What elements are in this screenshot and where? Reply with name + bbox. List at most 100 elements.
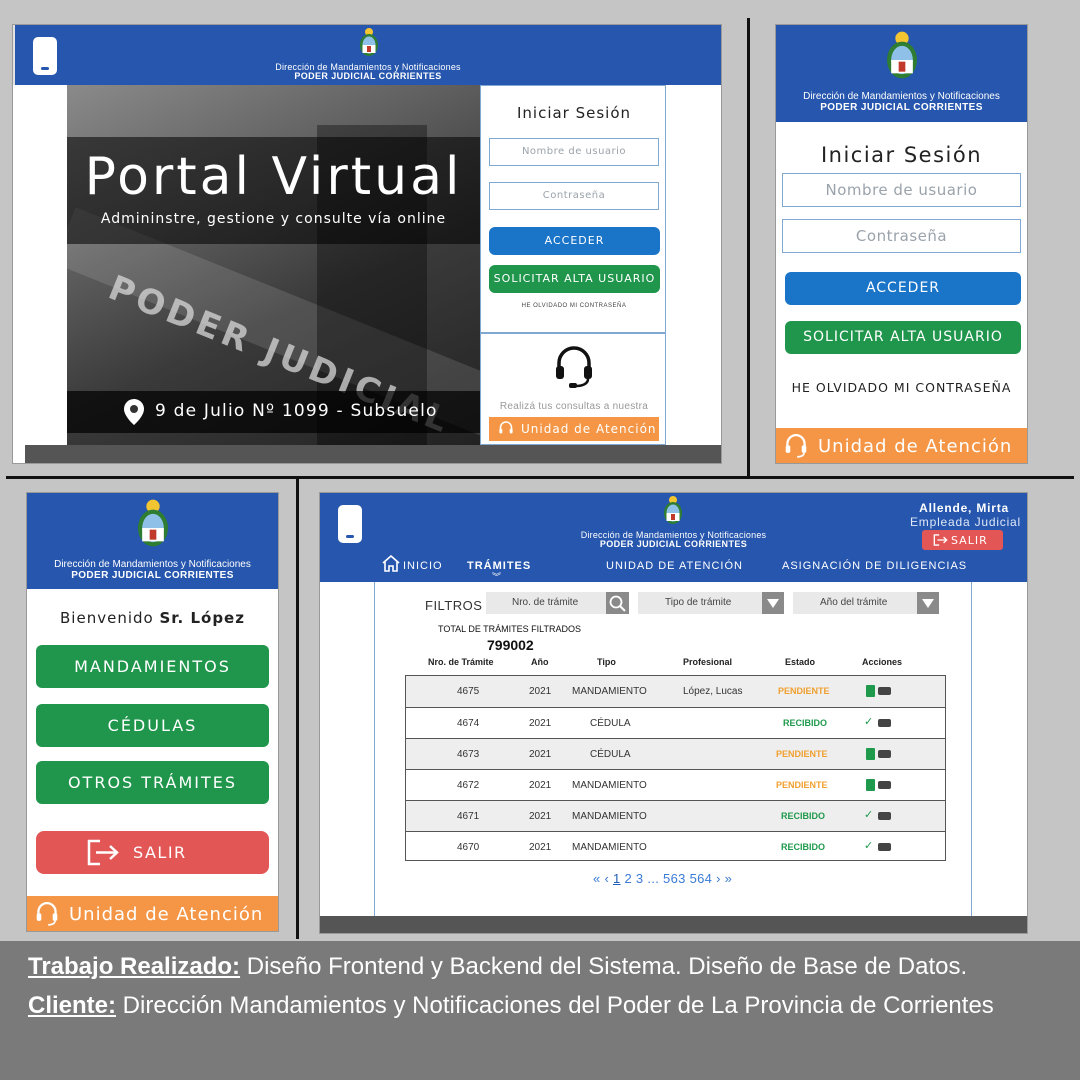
login-title: Iniciar Sesión [820,143,983,167]
cell-estado: PENDIENTE [776,780,828,790]
print-icon[interactable] [878,750,891,758]
col-tipo: Tipo [597,657,616,667]
welcome-text: Bienvenido Sr. López [27,609,278,627]
desktop-login-form: Iniciar Sesión Nombre de usuario Contras… [480,85,666,333]
hero-title: Portal Virtual [84,147,463,207]
vertical-divider-bottom [296,479,299,939]
login-title: Iniciar Sesión [516,104,632,122]
cell-tipo: MANDAMIENTO [572,686,647,697]
support-text: Realizá tus consultas a nuestra [499,401,649,412]
logout-button[interactable]: SALIR [922,530,1003,550]
filter-type-select[interactable]: Tipo de trámite [638,592,784,614]
support-button[interactable]: Unidad de Atención [776,428,1027,463]
cell-anio: 2021 [529,749,552,760]
tramites-table: 4675 2021 MANDAMIENTO López, Lucas PENDI… [405,675,946,861]
user-name: Allende, Mirta [919,501,1009,515]
caption-work: Trabajo Realizado: Diseño Frontend y Bac… [28,948,1068,986]
hero-subtitle: Admininstre, gestione y consulte vía onl… [100,211,447,227]
org-line-1: Dirección de Mandamientos y Notificacion… [54,559,251,570]
login-button[interactable]: ACCEDER [785,272,1021,305]
print-icon[interactable] [878,812,891,820]
menu-item-otros-tramites[interactable]: OTROS TRÁMITES [36,761,269,804]
table-row[interactable]: 4673 2021 CÉDULA PENDIENTE [406,738,945,770]
logout-icon [933,534,948,546]
page-563[interactable]: 563 [663,871,686,886]
dashboard-content: FILTROS Nro. de trámite Tipo de trámite … [374,582,972,916]
login-button[interactable]: ACCEDER [489,227,660,255]
col-estado: Estado [785,657,816,667]
check-icon: ✓ [864,809,874,821]
filter-number-placeholder: Nro. de trámite [512,597,579,608]
prev-page-icon[interactable]: ‹ [604,871,609,886]
next-page-icon[interactable]: › [716,871,721,886]
coat-of-arms-icon [138,499,168,547]
logout-button[interactable]: SALIR [36,831,269,874]
support-button-label: Unidad de Atención [521,422,657,436]
hero-image: PODER JUDICIAL Portal Virtual Admininstr… [67,85,480,445]
document-icon[interactable] [866,685,875,697]
search-icon[interactable] [606,592,629,614]
forgot-password-link[interactable]: HE OLVIDADO MI CONTRASEÑA [481,303,667,309]
caption-client: Cliente: Dirección Mandamientos y Notifi… [28,986,1028,1026]
nav-unidad-de-atencion[interactable]: UNIDAD DE ATENCIÓN [606,560,743,572]
support-button-label: Unidad de Atención [818,436,1013,457]
menu-item-cedulas[interactable]: CÉDULAS [36,704,269,747]
page-3[interactable]: 3 [636,871,644,886]
document-icon[interactable] [866,779,875,791]
caption-work-label: Trabajo Realizado: [28,953,241,980]
table-row[interactable]: 4674 2021 CÉDULA RECIBIDO ✓ [406,707,945,739]
nav-inicio[interactable]: INICIO [403,560,443,572]
check-icon: ✓ [864,716,874,728]
cell-estado: RECIBIDO [781,811,826,821]
print-icon[interactable] [878,687,891,695]
mobile-menu-panel: Dirección de Mandamientos y Notificacion… [26,492,279,932]
cell-anio: 2021 [529,780,552,791]
chevron-down-icon [917,592,939,614]
last-page-icon[interactable]: » [725,871,733,886]
first-page-icon[interactable]: « [593,871,601,886]
password-input[interactable]: Contraseña [489,182,659,210]
dashboard-header: Dirección de Mandamientos y Notificacion… [320,493,1027,582]
menu-item-mandamientos[interactable]: MANDAMIENTOS [36,645,269,688]
filter-year-select[interactable]: Año del trámite [793,592,939,614]
cell-nro: 4675 [457,686,480,697]
page-2[interactable]: 2 [624,871,632,886]
print-icon[interactable] [878,843,891,851]
table-row[interactable]: 4670 2021 MANDAMIENTO RECIBIDO ✓ [406,831,945,860]
document-icon[interactable] [866,748,875,760]
filter-number-input[interactable]: Nro. de trámite [486,592,629,614]
mobile-login-header: Dirección de Mandamientos y Notificacion… [776,25,1027,122]
signup-button[interactable]: SOLICITAR ALTA USUARIO [489,265,660,293]
org-line-2: PODER JUDICIAL CORRIENTES [820,102,983,113]
page-564[interactable]: 564 [690,871,713,886]
cell-tipo: CÉDULA [590,749,631,760]
support-button[interactable]: Unidad de Atención [27,896,278,931]
page-1[interactable]: 1 [613,871,621,886]
cell-anio: 2021 [529,686,552,697]
support-button[interactable]: Unidad de Atención [489,417,659,441]
cell-nro: 4671 [457,811,480,822]
support-button-label: Unidad de Atención [69,904,264,925]
username-input[interactable]: Nombre de usuario [782,173,1021,207]
table-row[interactable]: 4675 2021 MANDAMIENTO López, Lucas PENDI… [406,676,945,708]
filters-label: FILTROS [425,598,483,613]
nav-asignacion-de-diligencias[interactable]: ASIGNACIÓN DE DILIGENCIAS [782,560,967,572]
password-input[interactable]: Contraseña [782,219,1021,253]
horizontal-divider [6,476,1074,479]
table-row[interactable]: 4672 2021 MANDAMIENTO PENDIENTE [406,769,945,801]
check-icon: ✓ [864,840,874,852]
dashboard-panel: Dirección de Mandamientos y Notificacion… [319,492,1028,934]
col-profesional: Profesional [683,657,733,667]
org-line-2: PODER JUDICIAL CORRIENTES [599,539,748,549]
username-input[interactable]: Nombre de usuario [489,138,659,166]
signup-button[interactable]: SOLICITAR ALTA USUARIO [785,321,1021,354]
print-icon[interactable] [878,719,891,727]
cell-nro: 4674 [457,718,480,729]
home-icon [382,555,400,572]
welcome-prefix: Bienvenido [60,609,154,627]
table-row[interactable]: 4671 2021 MANDAMIENTO RECIBIDO ✓ [406,800,945,832]
forgot-password-link[interactable]: HE OLVIDADO MI CONTRASEÑA [776,380,1027,395]
pagination: « ‹ 1 2 3 ... 563 564 › » [593,871,732,886]
print-icon[interactable] [878,781,891,789]
logout-label: SALIR [133,843,187,862]
